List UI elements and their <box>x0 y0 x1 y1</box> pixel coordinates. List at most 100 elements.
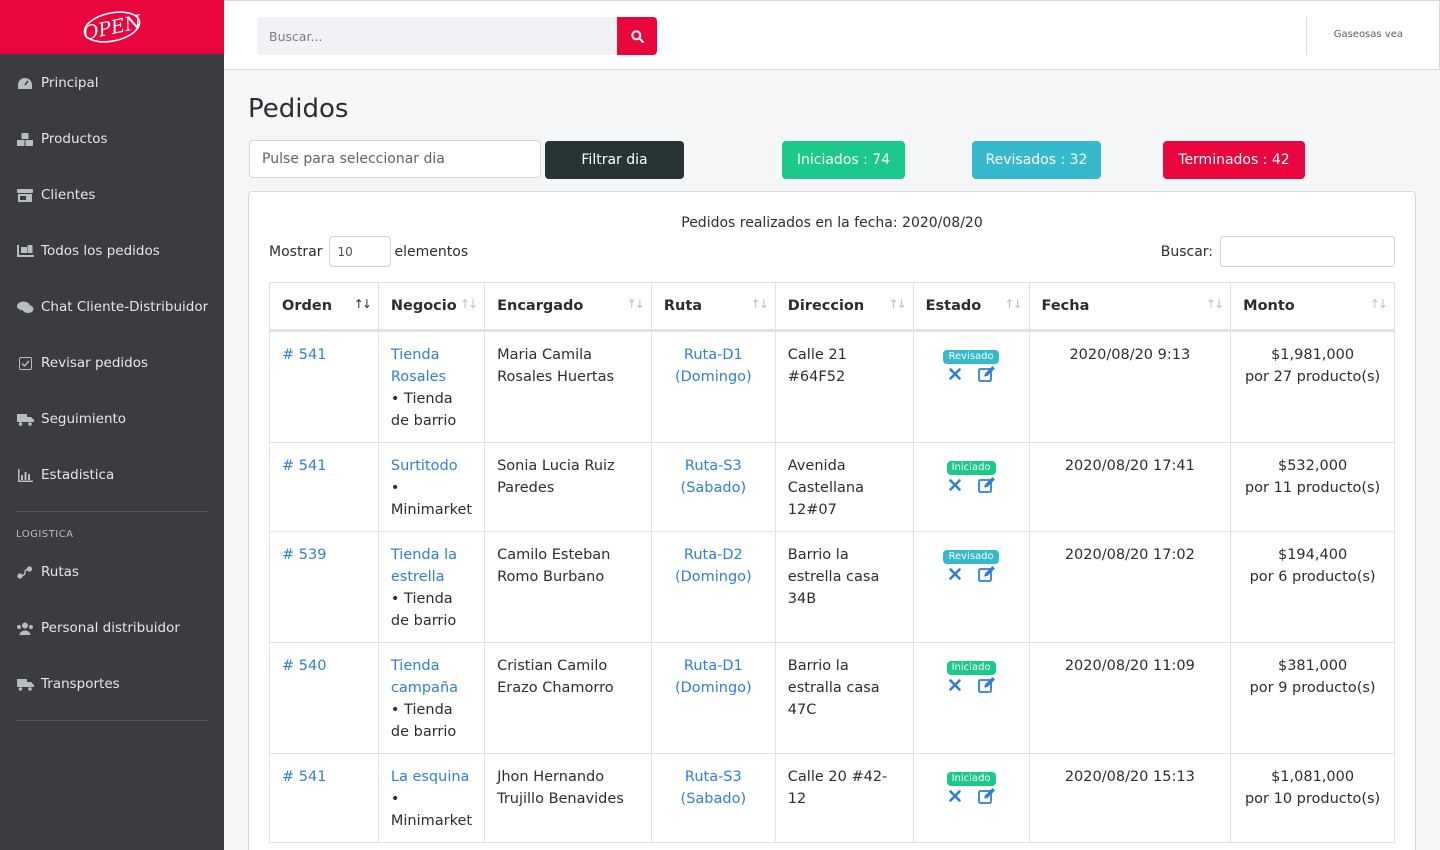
date-picker-input[interactable] <box>249 140 541 178</box>
page-title: Pedidos <box>248 94 349 124</box>
sort-icon: ↑↓ <box>1206 297 1224 311</box>
user-name[interactable]: Gaseosas vea <box>1334 29 1403 40</box>
search-input[interactable] <box>257 17 617 55</box>
business-link[interactable]: Surtitodo <box>391 458 458 474</box>
order-link[interactable]: # 541 <box>282 458 326 474</box>
finished-count-badge[interactable]: Terminados : 42 <box>1163 141 1305 179</box>
started-count-badge[interactable]: Iniciados : 74 <box>782 141 905 179</box>
search-button[interactable] <box>617 17 657 55</box>
search-icon <box>630 29 644 43</box>
edit-order-button[interactable] <box>978 676 996 694</box>
sort-icon: ↑↓ <box>750 297 769 311</box>
column-header-encargado[interactable]: Encargado ↑↓ <box>484 282 652 332</box>
business-link[interactable]: Tienda la estrella <box>391 547 457 585</box>
edit-order-button[interactable] <box>978 787 996 805</box>
address: Avenida Castellana 12#07 <box>787 458 864 518</box>
column-header-negocio[interactable]: Negocio ↑↓ <box>377 282 486 332</box>
table-row: # 541 La esquina • Minimarket Jhon Hernan… <box>269 753 1395 843</box>
sidebar-item-estadistica[interactable]: Estadistica <box>0 447 224 503</box>
table-search-input[interactable] <box>1220 236 1395 267</box>
users-icon <box>16 621 34 635</box>
sidebar-item-label: Personal distribuidor <box>41 620 180 636</box>
manager-name: Maria Camila Rosales Huertas <box>497 347 615 385</box>
sidebar-item-personal[interactable]: Personal distribuidor <box>0 600 224 656</box>
column-header-ruta[interactable]: Ruta ↑↓ <box>650 282 776 332</box>
sort-asc-icon: ↑↓ <box>353 297 372 311</box>
business-type: • Minimarket <box>390 791 473 829</box>
dolly-icon <box>16 244 34 258</box>
store-icon <box>16 188 34 202</box>
business-type: • Tienda de barrio <box>390 391 457 429</box>
cancel-order-button[interactable] <box>946 565 964 583</box>
close-icon <box>949 368 961 380</box>
edit-order-button[interactable] <box>978 476 996 494</box>
sidebar-item-chat[interactable]: Chat Cliente-Distribuidor <box>0 279 224 335</box>
manager-name: Cristian Camilo Erazo Chamorro <box>497 658 614 696</box>
column-header-monto[interactable]: Monto ↑↓ <box>1230 282 1395 332</box>
order-link[interactable]: # 541 <box>282 769 326 785</box>
manager-name: Camilo Esteban Romo Burbano <box>497 547 611 585</box>
column-header-estado[interactable]: Estado ↑↓ <box>912 282 1030 332</box>
order-date: 2020/08/20 15:13 <box>1064 769 1195 785</box>
close-icon <box>949 479 961 491</box>
boxes-icon <box>16 132 34 146</box>
sidebar-item-transportes[interactable]: Transportes <box>0 656 224 712</box>
sort-icon: ↑↓ <box>459 297 478 311</box>
sidebar-item-rutas[interactable]: Rutas <box>0 544 224 600</box>
filter-day-button[interactable]: Filtrar dia <box>545 141 684 179</box>
business-link[interactable]: La esquina <box>391 769 470 785</box>
order-link[interactable]: # 540 <box>282 658 326 674</box>
order-amount: $1,081,000 <box>1271 769 1355 785</box>
product-count: por 11 producto(s) <box>1244 480 1381 496</box>
order-link[interactable]: # 541 <box>282 347 326 363</box>
route-link[interactable]: Ruta-S3 (Sabado) <box>681 458 747 496</box>
column-header-direccion[interactable]: Direccion ↑↓ <box>774 282 914 332</box>
sidebar-item-revisar[interactable]: Revisar pedidos <box>0 335 224 391</box>
sidebar-item-seguimiento[interactable]: Seguimiento <box>0 391 224 447</box>
business-link[interactable]: Tienda campaña <box>391 658 458 696</box>
truck-icon <box>16 677 34 691</box>
orders-card: Pedidos realizados en la fecha: 2020/08/… <box>248 191 1416 850</box>
cancel-order-button[interactable] <box>946 365 964 383</box>
route-link[interactable]: Ruta-D1 (Domingo) <box>675 347 752 385</box>
sidebar-item-principal[interactable]: Principal <box>0 55 224 111</box>
page-length-control: Mostrar 10 elementos <box>269 236 468 267</box>
order-date: 2020/08/20 9:13 <box>1069 347 1191 363</box>
table-search-control: Buscar: <box>1161 236 1395 267</box>
close-icon <box>949 679 961 691</box>
sidebar-item-label: Rutas <box>41 564 79 580</box>
reviewed-count-badge[interactable]: Revisados : 32 <box>972 141 1101 179</box>
sidebar-item-label: Principal <box>41 75 99 91</box>
sidebar-item-clientes[interactable]: Clientes <box>0 167 224 223</box>
edit-icon <box>978 366 996 382</box>
column-header-orden[interactable]: Orden ↑↓ <box>269 282 379 332</box>
cancel-order-button[interactable] <box>946 676 964 694</box>
brand-logo[interactable]: OPEN <box>0 0 224 54</box>
sort-icon: ↑↓ <box>888 297 907 311</box>
table-row: # 540 Tienda campaña • Tienda de barrio C… <box>269 642 1395 754</box>
product-count: por 10 producto(s) <box>1244 791 1381 807</box>
address: Barrio la estrella casa 34B <box>787 547 880 607</box>
route-link[interactable]: Ruta-D1 (Domingo) <box>675 658 752 696</box>
cancel-order-button[interactable] <box>946 476 964 494</box>
edit-order-button[interactable] <box>978 565 996 583</box>
column-header-fecha[interactable]: Fecha ↑↓ <box>1028 282 1232 332</box>
product-count: por 27 producto(s) <box>1244 369 1381 385</box>
edit-order-button[interactable] <box>978 365 996 383</box>
page-length-select[interactable]: 10 <box>328 236 391 267</box>
cancel-order-button[interactable] <box>946 787 964 805</box>
order-link[interactable]: # 539 <box>282 547 326 563</box>
sort-icon: ↑↓ <box>626 297 645 311</box>
route-link[interactable]: Ruta-S3 (Sabado) <box>681 769 747 807</box>
status-badge: Iniciado <box>946 772 996 786</box>
business-link[interactable]: Tienda Rosales <box>391 347 446 385</box>
truck-moving-icon <box>16 412 34 426</box>
route-link[interactable]: Ruta-D2 (Domingo) <box>675 547 752 585</box>
elements-label: elementos <box>394 243 469 260</box>
sidebar-item-productos[interactable]: Productos <box>0 111 224 167</box>
sidebar-item-label: Seguimiento <box>41 411 127 427</box>
column-header-label: Monto <box>1243 298 1295 314</box>
sidebar-item-todos-pedidos[interactable]: Todos los pedidos <box>0 223 224 279</box>
check-square-icon <box>16 356 34 370</box>
sidebar: OPEN Principal Productos Clientes Todos … <box>0 0 224 850</box>
